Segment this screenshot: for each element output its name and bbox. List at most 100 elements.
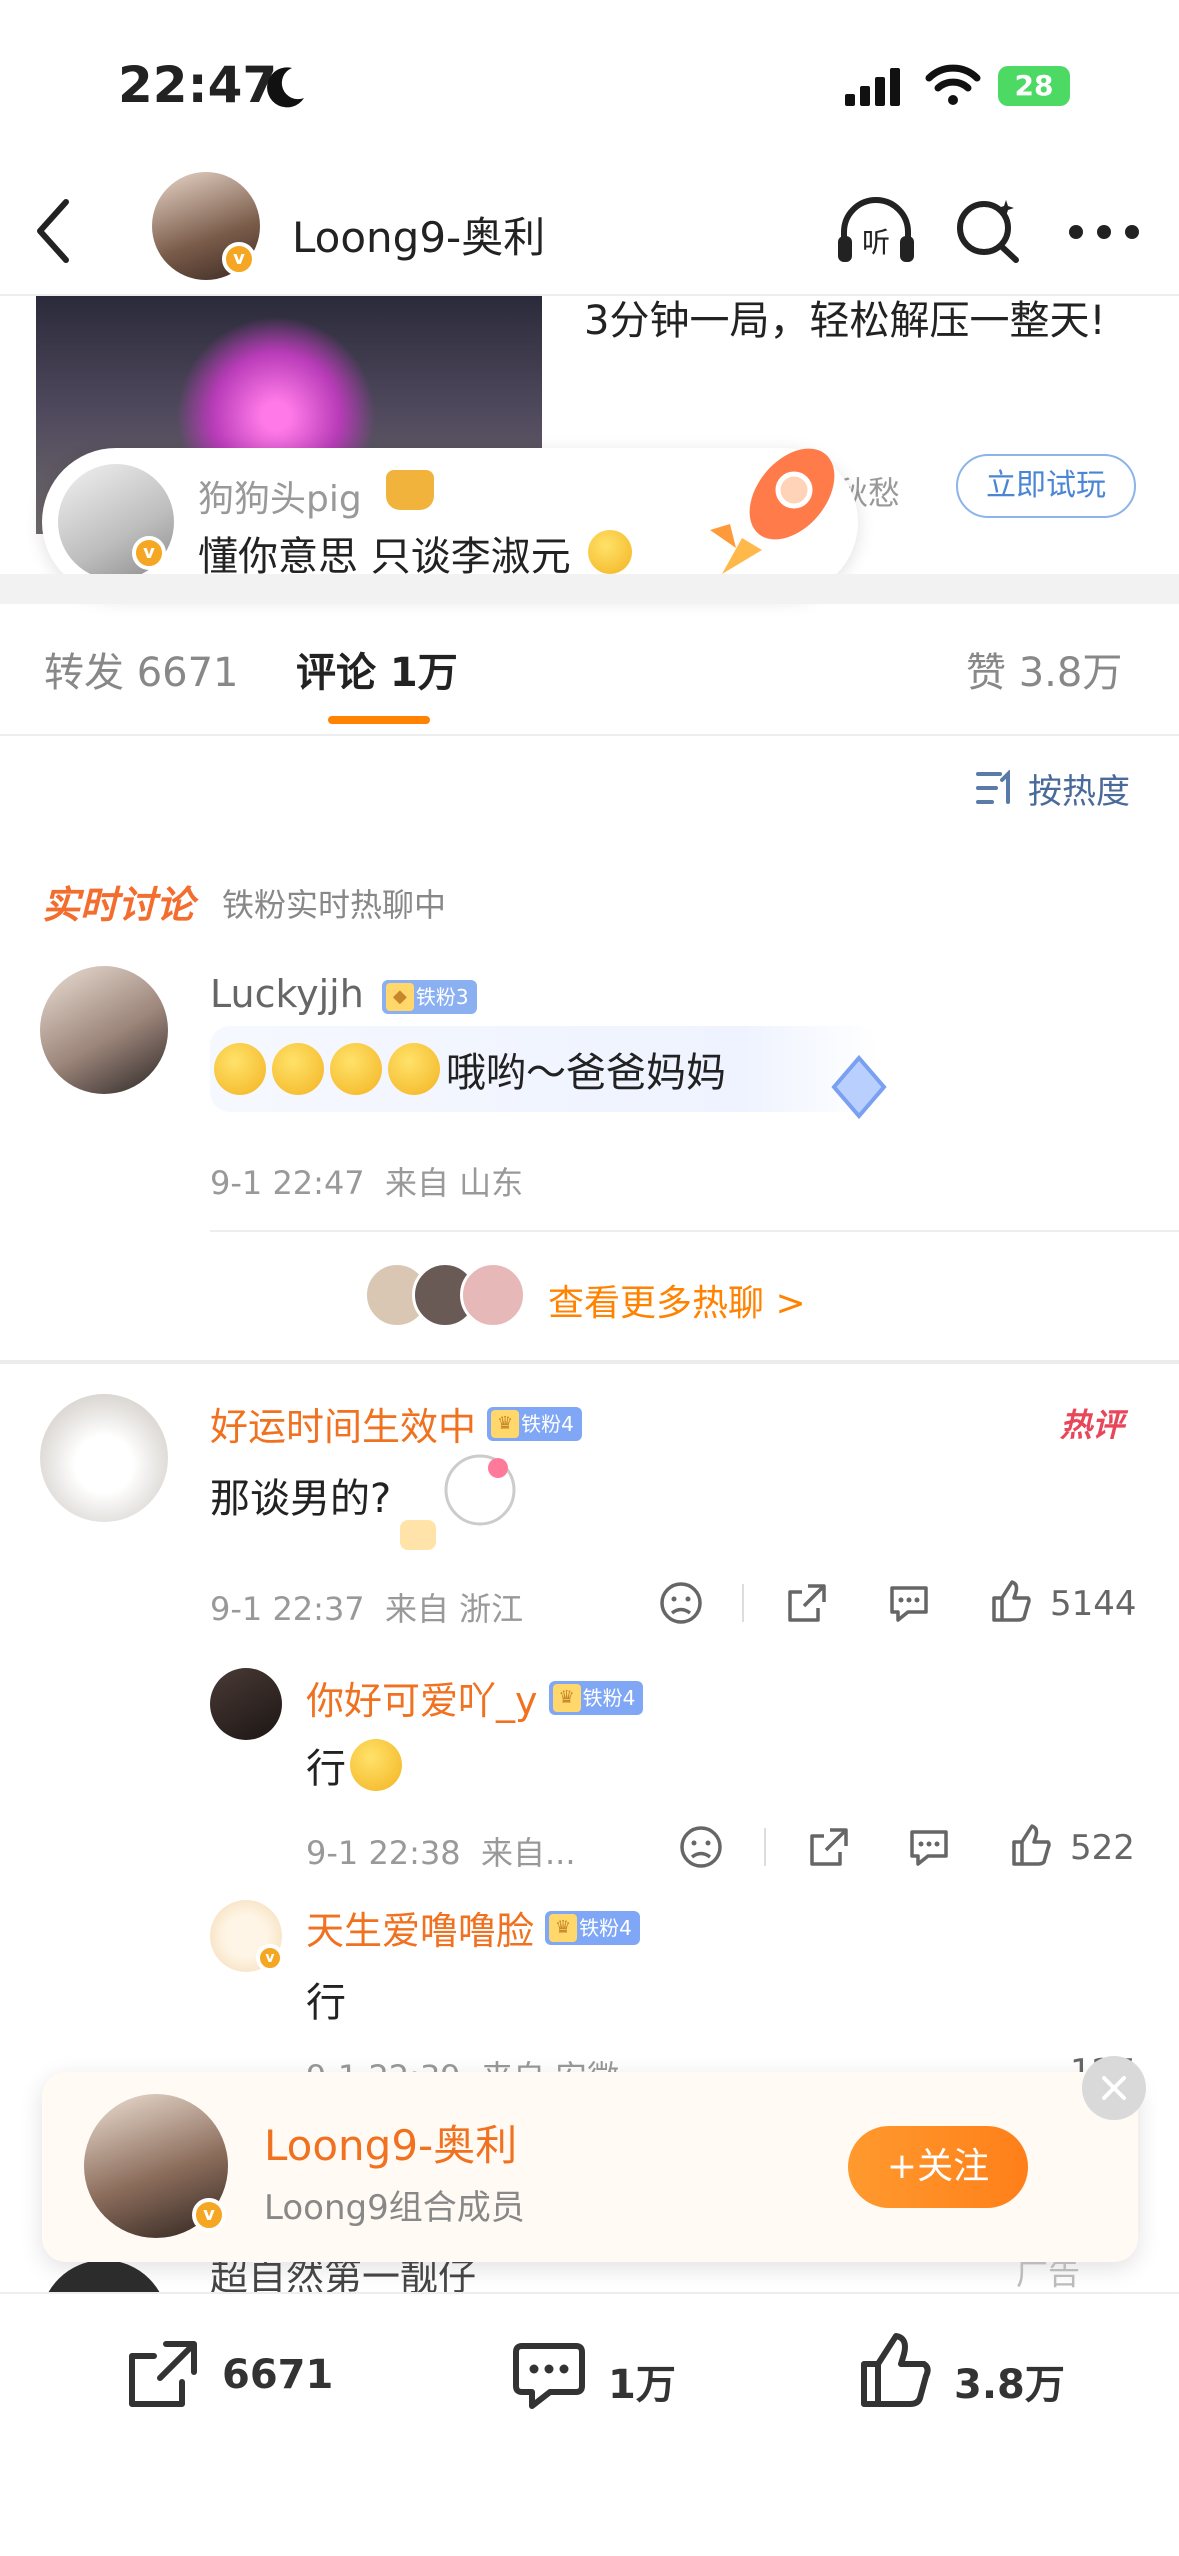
verified-badge: v [222,242,256,276]
next-comment-clip: 超自然第一靓仔 广告 [0,2262,1179,2292]
follow-button-label: +关注 [886,2146,990,2187]
reply-icon[interactable] [906,1824,952,1870]
status-bar: 22:47 28 [0,0,1179,170]
reply-likes: 522 [1070,1828,1135,1868]
bottom-toolbar: 6671 1万 3.8万 [0,2292,1179,2556]
more-hot-link[interactable]: 查看更多热聊 > [548,1274,806,1326]
top-nav: v Loong9-奥利 听 [0,170,1179,296]
verified-badge: v [192,2198,226,2232]
close-icon [1102,2076,1126,2100]
header-title[interactable]: Loong9-奥利 [292,204,545,265]
fan-badge: ♛ 铁粉4 [548,1680,644,1715]
reply-icon[interactable] [886,1580,932,1626]
diamond-sparkle-icon [831,1054,887,1120]
realtime-meta: 9-1 22:47 来自 山东 [210,1164,524,1202]
fan-badge: ♛ 铁粉4 [545,1910,640,1945]
battery-level: 28 [1014,69,1054,102]
section-divider [0,574,1179,604]
bottom-comment-count: 1万 [608,2362,676,2408]
like-icon [861,2333,931,2407]
follow-button[interactable]: +关注 [848,2126,1028,2208]
crown-icon: ♛ [491,1409,520,1438]
fan-badge-label: 铁粉4 [521,1411,574,1436]
signal-icon [845,68,900,106]
kitty-decoration-icon [400,1454,516,1550]
partial-row-clip: 9-1 22:39 来自 安徽 127 [0,2050,1179,2072]
next-comment-user: 超自然第一靓仔 [210,2262,477,2292]
like-icon[interactable] [988,1578,1034,1624]
hot-comment-tag: 热评 [1060,1406,1125,1444]
follow-card[interactable]: v Loong9-奥利 Loong9组合成员 +关注 [42,2056,1146,2262]
sort-label: 按热度 [1028,772,1130,812]
comment-icon [513,2343,585,2409]
status-time: 22:47 [118,56,278,114]
bottom-like-count: 3.8万 [954,2362,1065,2408]
section-divider [0,1360,1179,1364]
comment-avatar[interactable] [40,1394,168,1522]
try-now-label: 立即试玩 [986,468,1106,503]
fan-badge-label: 铁粉3 [415,984,469,1009]
tabs-divider [0,734,1179,736]
crown-icon: ♛ [549,1913,578,1942]
battery-indicator: 28 [998,66,1070,106]
tab-comments[interactable]: 评论 1万 [296,640,458,698]
search-icon[interactable] [954,196,1024,266]
svg-text:听: 听 [862,226,890,259]
tab-reposts[interactable]: 转发 6671 [44,640,239,698]
dislike-icon[interactable] [658,1580,704,1626]
ad-text[interactable]: 3分钟一局，轻松解压一整天! [584,290,1124,352]
emoji-icon [214,1043,266,1095]
action-separator [742,1584,744,1622]
back-icon[interactable] [32,196,74,266]
realtime-user-row: Luckyjjh ◆ 铁粉3 [210,972,477,1016]
realtime-text-row: 哦哟～爸爸妈妈 [214,1040,726,1098]
crown-icon [386,470,434,510]
dislike-icon[interactable] [678,1824,724,1870]
comment-meta: 9-1 22:37 来自 浙江 [210,1590,524,1628]
share-icon[interactable] [806,1824,852,1870]
emoji-icon [272,1043,324,1095]
diamond-icon: ◆ [385,982,414,1011]
emoji-icon [588,530,632,574]
reply-username[interactable]: 你好可爱吖_y [306,1679,538,1723]
crown-icon: ♛ [552,1683,581,1712]
toast-verified-badge: v [132,536,166,570]
fan-badge: ♛ 铁粉4 [487,1406,582,1441]
rocket-icon [710,448,835,574]
reply-meta-partial: 9-1 22:39 来自 安徽 [306,2052,619,2072]
more-hot-avatars [364,1262,534,1332]
repost-icon [129,2341,197,2407]
verified-badge: v [256,1944,284,1972]
reply-text: 行 [306,1980,346,2026]
close-button[interactable] [1082,2056,1146,2120]
reply-user-row: 天生爱噜噜脸 ♛ 铁粉4 [306,1900,640,1955]
reply-text-row: 行 [306,1736,408,1794]
fan-badge-label: 铁粉4 [579,1915,632,1940]
comment-text: 那谈男的? [210,1476,392,1522]
reply-meta: 9-1 22:38 来自... [306,1834,576,1872]
realtime-avatar[interactable] [40,966,168,1094]
fan-badge-label: 铁粉4 [582,1685,636,1710]
tab-likes[interactable]: 赞 3.8万 [966,640,1122,698]
reply-user-row: 你好可爱吖_y ♛ 铁粉4 [306,1670,644,1725]
emoji-icon [388,1043,440,1095]
realtime-username[interactable]: Luckyjjh [210,972,364,1016]
realtime-text: 哦哟～爸爸妈妈 [446,1050,726,1096]
more-icon[interactable] [1068,224,1140,240]
reply-username[interactable]: 天生爱噜噜脸 [306,1909,534,1953]
kiss-emoji-icon [350,1739,402,1791]
try-now-button[interactable]: 立即试玩 [956,454,1136,518]
like-icon[interactable] [1008,1822,1054,1868]
follow-name[interactable]: Loong9-奥利 [264,2112,517,2173]
share-icon[interactable] [784,1580,830,1626]
reply-avatar[interactable] [210,1668,282,1740]
toast-user: 狗狗头pig [198,479,362,520]
comment-likes: 5144 [1050,1584,1137,1624]
wifi-icon [925,64,981,105]
realtime-subtitle: 铁粉实时热聊中 [222,886,447,924]
reply-text: 行 [306,1746,346,1792]
action-separator [764,1828,766,1866]
listen-icon[interactable]: 听 [834,194,918,268]
bottom-repost-count: 6671 [222,2352,334,2398]
emoji-icon [330,1043,382,1095]
